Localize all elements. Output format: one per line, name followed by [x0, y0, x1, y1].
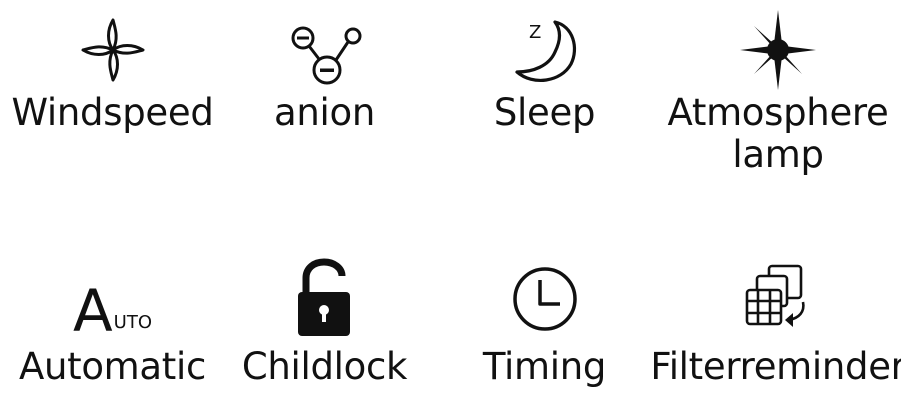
filter-reminder-icon: [745, 264, 805, 327]
feature-grid: Windspeed anion Z Sleep Atmosphere lamp …: [0, 0, 901, 395]
feature-label: Windspeed: [11, 91, 214, 134]
feature-label: Sleep: [493, 91, 596, 134]
feature-childlock: Childlock: [212, 258, 437, 388]
fan-icon: [81, 18, 144, 82]
feature-label: Automatic: [18, 345, 207, 388]
moon-sleep-icon: Z: [514, 20, 576, 82]
feature-label: Childlock: [241, 345, 408, 388]
feature-anion: anion: [212, 8, 437, 134]
sparkle-lamp-icon: [740, 10, 816, 90]
sleep-badge: Z: [529, 22, 541, 43]
feature-windspeed: Windspeed: [0, 8, 225, 134]
feature-atmosphere-lamp: Atmosphere lamp: [660, 8, 896, 176]
feature-label: Filterreminder: [650, 345, 901, 388]
feature-timing: Timing: [432, 258, 657, 388]
feature-label: anion: [274, 91, 375, 134]
unlocked-padlock-icon: [297, 258, 350, 336]
feature-label: Timing: [482, 345, 607, 388]
auto-icon-suffix: UTO: [113, 312, 153, 333]
feature-label: Atmosphere lamp: [667, 91, 889, 176]
clock-icon: [512, 267, 577, 331]
auto-icon: A UTO: [73, 258, 152, 340]
feature-filter-reminder: Filterreminder: [650, 258, 901, 388]
anion-molecule-icon: [291, 26, 361, 85]
feature-sleep: Z Sleep: [432, 8, 657, 134]
feature-automatic: A UTO Automatic: [0, 258, 225, 388]
auto-icon-letter: A: [72, 277, 113, 345]
